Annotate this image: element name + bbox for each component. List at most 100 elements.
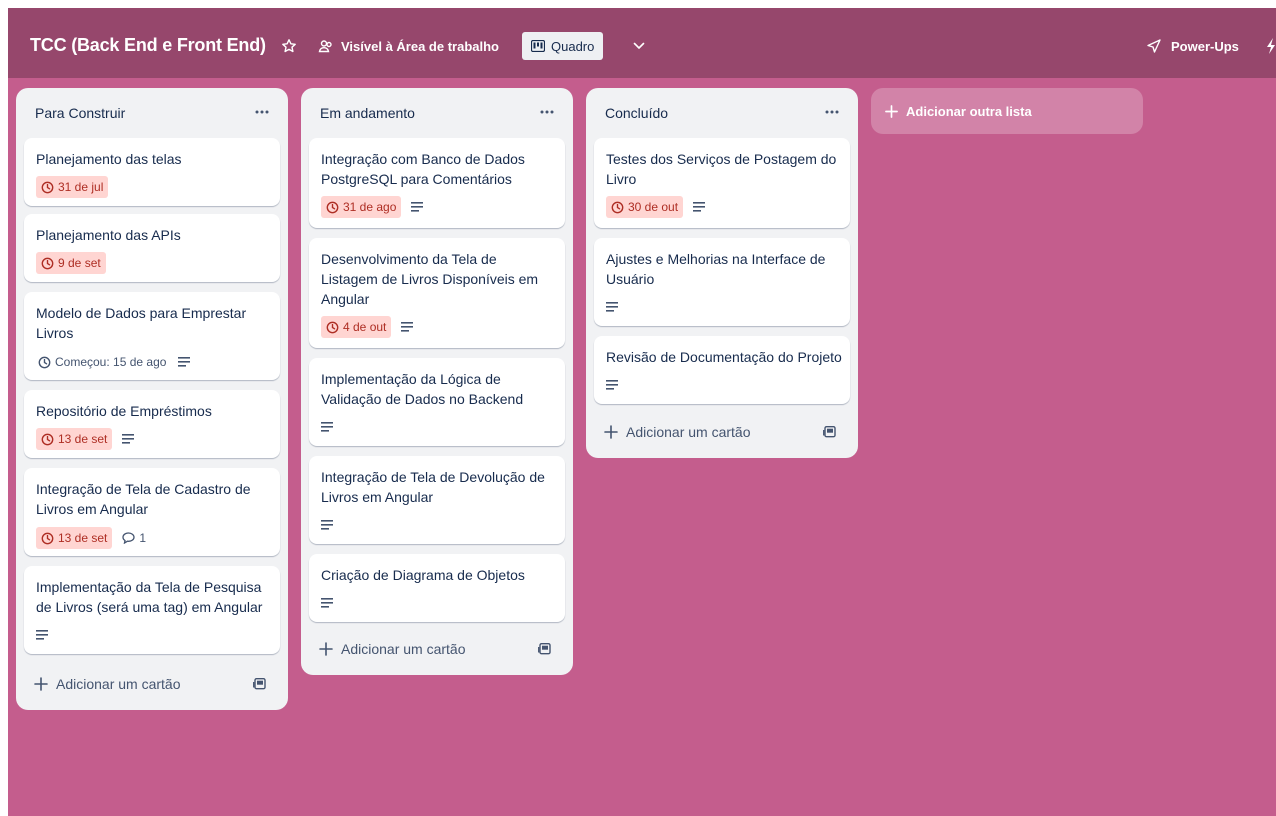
due-date-text: 13 de set [58,531,108,545]
list-menu-button[interactable] [535,100,559,124]
rocket-icon [1147,39,1161,53]
description-icon [411,202,424,212]
card-template-icon[interactable] [537,641,553,657]
card-badges [321,514,333,536]
card[interactable]: Integração com Banco de Dados PostgreSQL… [309,138,565,228]
powerups-label: Power-Ups [1171,38,1239,54]
card[interactable]: Planejamento das APIs 9 de set [24,214,280,282]
board-title[interactable]: TCC (Back End e Front End) [30,35,266,56]
card[interactable]: Integração de Tela de Devolução de Livro… [309,456,565,544]
card[interactable]: Repositório de Empréstimos 13 de set [24,390,280,458]
view-label: Quadro [551,38,595,54]
description-icon [693,202,706,212]
view-options-button[interactable] [628,35,650,57]
description-icon [606,302,618,312]
due-date-text: 9 de set [58,256,101,270]
clock-icon [611,201,624,213]
card[interactable]: Planejamento das telas 31 de jul [24,138,280,206]
card[interactable]: Ajustes e Melhorias na Interface de Usuá… [594,238,850,326]
card-title: Implementação da Lógica de Validação de … [321,371,524,407]
clock-icon [38,356,51,368]
board-icon [531,40,545,52]
card[interactable]: Testes dos Serviços de Postagem do Livro… [594,138,850,228]
list-header: Em andamento [301,88,573,138]
visibility-button[interactable]: Visível à Área de trabalho [318,34,499,58]
card-title: Integração de Tela de Cadastro de Livros… [36,481,251,517]
automation-button[interactable] [1266,35,1276,57]
card-badges [36,624,48,646]
description-icon [36,630,48,640]
due-date-text: 13 de set [58,432,108,446]
view-switcher-button[interactable]: Quadro [522,32,604,60]
add-card-label: Adicionar um cartão [56,676,181,692]
description-icon [321,598,333,608]
card[interactable]: Implementação da Tela de Pesquisa de Liv… [24,566,280,654]
board: TCC (Back End e Front End) Visível à Áre… [8,8,1276,816]
card-template-icon[interactable] [252,676,268,692]
card-badges [321,416,333,438]
card-template-icon[interactable] [822,424,838,440]
card[interactable]: Desenvolvimento da Tela de Listagem de L… [309,238,565,348]
card-badges: 31 de jul [36,176,109,198]
comment-badge: 1 [122,531,146,545]
card-badges: 4 de out [321,316,414,338]
due-date-badge[interactable]: 4 de out [321,316,392,338]
plus-icon [604,425,618,439]
list-em-andamento: Em andamento Integração com Banco de Dad… [301,88,573,675]
description-icon [401,322,414,332]
powerups-button[interactable]: Power-Ups [1146,34,1239,58]
star-icon [282,39,296,53]
due-date-badge[interactable]: 13 de set [36,428,113,450]
more-icon [825,110,839,114]
card-title: Revisão de Documentação do Projeto [606,349,842,365]
description-icon [178,357,191,367]
add-card-button[interactable]: Adicionar um cartão [24,668,280,700]
start-date-text: Começou: 15 de ago [55,355,167,369]
description-icon [122,434,135,444]
add-card-button[interactable]: Adicionar um cartão [309,633,565,665]
start-date-badge[interactable]: Começou: 15 de ago [36,351,168,373]
due-date-text: 31 de ago [343,200,397,214]
due-date-badge[interactable]: 31 de jul [36,176,109,198]
due-date-badge[interactable]: 13 de set [36,527,113,549]
plus-icon [34,677,48,691]
more-icon [540,110,554,114]
list-title[interactable]: Em andamento [320,105,415,121]
due-date-badge[interactable]: 31 de ago [321,196,402,218]
list-menu-button[interactable] [820,100,844,124]
card-badges: 13 de set [36,428,135,450]
card-badges: 9 de set [36,252,106,274]
more-icon [255,110,269,114]
card-title: Integração de Tela de Devolução de Livro… [321,469,545,505]
due-date-text: 30 de out [628,200,679,214]
description-icon [321,422,333,432]
card-title: Criação de Diagrama de Objetos [321,567,525,583]
card-badges: 31 de ago [321,196,424,218]
card-title: Testes dos Serviços de Postagem do Livro [606,151,837,187]
card-badges: 13 de set 1 [36,527,146,549]
add-card-label: Adicionar um cartão [341,641,466,657]
add-list-button[interactable]: Adicionar outra lista [871,88,1143,134]
card-title: Planejamento das APIs [36,227,181,243]
card[interactable]: Revisão de Documentação do Projeto [594,336,850,404]
card-title: Repositório de Empréstimos [36,403,212,419]
due-date-badge[interactable]: 9 de set [36,252,106,274]
card-title: Desenvolvimento da Tela de Listagem de L… [321,251,539,307]
card[interactable]: Modelo de Dados para Emprestar Livros Co… [24,292,280,380]
card-title: Implementação da Tela de Pesquisa de Liv… [36,579,263,615]
card[interactable]: Criação de Diagrama de Objetos [309,554,565,622]
card-title: Modelo de Dados para Emprestar Livros [36,305,247,341]
list-title[interactable]: Concluído [605,105,668,121]
due-date-badge[interactable]: 30 de out [606,196,684,218]
list-menu-button[interactable] [250,100,274,124]
clock-icon [41,257,54,269]
card-title: Planejamento das telas [36,151,182,167]
card[interactable]: Implementação da Lógica de Validação de … [309,358,565,446]
list-header: Concluído [586,88,858,138]
visibility-label: Visível à Área de trabalho [341,38,499,54]
list-title[interactable]: Para Construir [35,105,125,121]
card[interactable]: Integração de Tela de Cadastro de Livros… [24,468,280,556]
star-button[interactable] [278,35,300,57]
card-badges [606,296,618,318]
add-card-button[interactable]: Adicionar um cartão [594,416,850,448]
